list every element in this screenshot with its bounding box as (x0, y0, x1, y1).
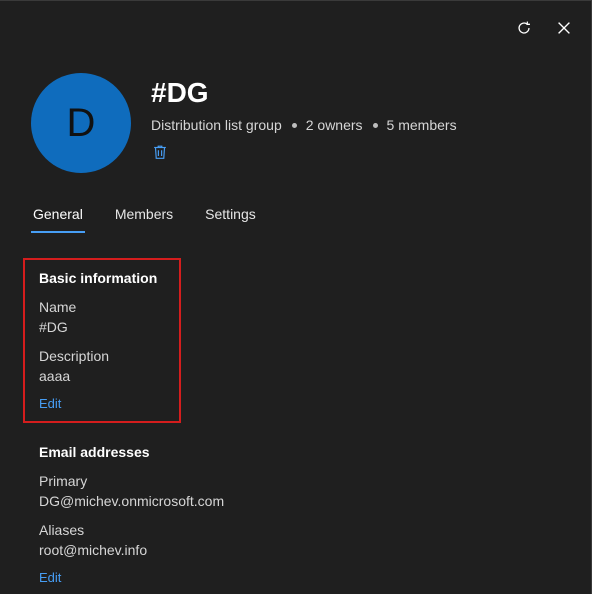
tab-general[interactable]: General (31, 203, 85, 233)
email-addresses-section: Email addresses Primary DG@michev.onmicr… (39, 444, 224, 587)
members-count: 5 members (386, 117, 457, 133)
edit-basic-info-link[interactable]: Edit (39, 396, 61, 411)
separator-dot (372, 122, 378, 128)
avatar-initial: D (66, 100, 96, 145)
group-info: #DG Distribution list group 2 owners 5 m… (151, 77, 457, 173)
tab-settings[interactable]: Settings (203, 203, 258, 233)
trash-icon (154, 145, 166, 159)
refresh-icon (518, 21, 530, 34)
panel-actions (511, 15, 577, 41)
aliases-label: Aliases (39, 522, 85, 538)
group-meta: Distribution list group 2 owners 5 membe… (151, 117, 457, 133)
name-value: #DG (39, 319, 68, 335)
section-title: Email addresses (39, 444, 150, 460)
description-value: aaaa (39, 368, 71, 384)
avatar: D (31, 73, 131, 173)
basic-information-section: Basic information Name #DG Description a… (39, 270, 157, 413)
close-button[interactable] (551, 15, 577, 41)
description-label: Description (39, 348, 110, 364)
section-title: Basic information (39, 270, 158, 286)
page-title: #DG (151, 77, 209, 108)
refresh-button[interactable] (511, 15, 537, 41)
group-header: D #DG Distribution list group 2 owners 5… (31, 73, 457, 173)
primary-label: Primary (39, 473, 88, 489)
group-type: Distribution list group (151, 117, 282, 133)
edit-email-link[interactable]: Edit (39, 570, 61, 585)
delete-group-button[interactable] (151, 143, 171, 163)
aliases-value: root@michev.info (39, 542, 148, 558)
name-label: Name (39, 299, 77, 315)
tab-bar: General Members Settings (31, 203, 258, 233)
tab-members[interactable]: Members (113, 203, 175, 233)
owners-count: 2 owners (305, 117, 363, 133)
close-icon (558, 22, 570, 34)
group-details-panel: D #DG Distribution list group 2 owners 5… (0, 0, 592, 594)
separator-dot (291, 122, 297, 128)
primary-value: DG@michev.onmicrosoft.com (39, 493, 225, 509)
